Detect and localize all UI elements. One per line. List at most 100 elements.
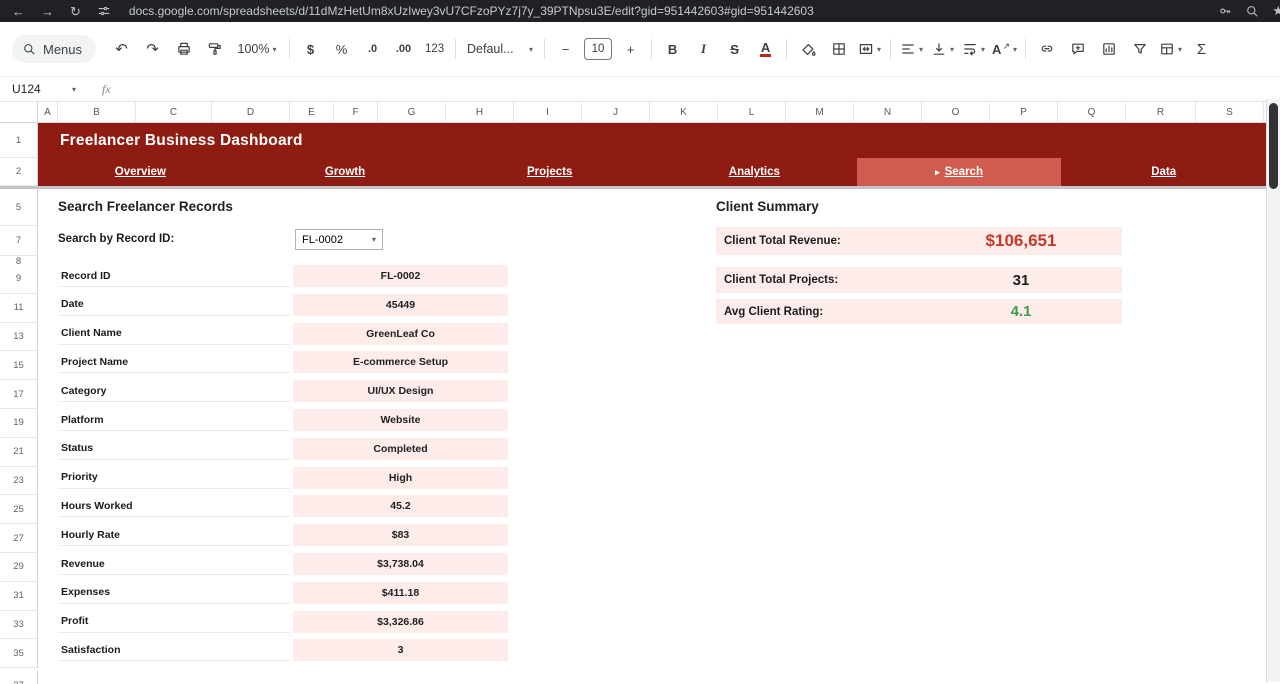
- column-header-G[interactable]: G: [378, 102, 446, 122]
- decrease-decimal-button[interactable]: .0: [357, 36, 388, 62]
- column-header-H[interactable]: H: [446, 102, 514, 122]
- strikethrough-button[interactable]: S: [719, 36, 750, 62]
- summary-row[interactable]: Client Total Revenue: $106,651: [716, 227, 1122, 255]
- row-header-2[interactable]: 2: [0, 158, 38, 186]
- spreadsheet-grid[interactable]: 1257891113151719212325272931333537 Freel…: [0, 123, 1280, 684]
- column-header-E[interactable]: E: [290, 102, 334, 122]
- insert-comment-button[interactable]: [1062, 36, 1093, 62]
- summary-row[interactable]: Client Total Projects: 31: [716, 267, 1122, 293]
- scrollbar-thumb[interactable]: [1269, 103, 1278, 189]
- column-header-J[interactable]: J: [582, 102, 650, 122]
- column-header-L[interactable]: L: [718, 102, 786, 122]
- record-value-cell[interactable]: E-commerce Setup: [293, 351, 508, 374]
- record-value-cell[interactable]: $3,326.86: [293, 610, 508, 633]
- site-info-icon[interactable]: [97, 4, 111, 18]
- record-value-cell[interactable]: Completed: [293, 437, 508, 460]
- record-value-cell[interactable]: $411.18: [293, 581, 508, 604]
- row-header-7[interactable]: 7: [0, 226, 38, 256]
- record-label-cell[interactable]: Hourly Rate: [58, 524, 290, 547]
- row-header-9[interactable]: 9: [0, 265, 38, 294]
- record-id-dropdown[interactable]: FL-0002 ▾: [295, 229, 383, 250]
- italic-button[interactable]: I: [688, 36, 719, 62]
- row-header-1[interactable]: 1: [0, 123, 38, 158]
- record-label-cell[interactable]: Category: [58, 380, 290, 403]
- row-header-35[interactable]: 35: [0, 639, 38, 669]
- text-rotation-button[interactable]: A ↗ ▾: [989, 36, 1020, 62]
- record-label-cell[interactable]: Profit: [58, 610, 290, 633]
- redo-button[interactable]: ↷: [137, 36, 168, 62]
- bold-button[interactable]: B: [657, 36, 688, 62]
- sheet-tab-analytics[interactable]: Analytics: [652, 158, 857, 186]
- record-value-cell[interactable]: 45449: [293, 293, 508, 316]
- record-label-cell[interactable]: Platform: [58, 409, 290, 431]
- record-label-cell[interactable]: Hours Worked: [58, 495, 290, 518]
- cell-reference-box[interactable]: U124 ▾: [0, 77, 86, 101]
- record-label-cell[interactable]: Client Name: [58, 322, 290, 345]
- row-header-11[interactable]: 11: [0, 293, 38, 323]
- row-header-37[interactable]: 37: [0, 671, 38, 684]
- increase-decimal-button[interactable]: .00: [388, 36, 419, 62]
- row-header-33[interactable]: 33: [0, 610, 38, 640]
- number-format-button[interactable]: 123: [419, 36, 450, 62]
- record-label-cell[interactable]: Satisfaction: [58, 639, 290, 662]
- row-header-17[interactable]: 17: [0, 380, 38, 409]
- select-all-corner[interactable]: [0, 102, 38, 122]
- column-header-R[interactable]: R: [1126, 102, 1196, 122]
- record-value-cell[interactable]: High: [293, 466, 508, 489]
- frozen-rows-divider[interactable]: [0, 186, 1266, 189]
- column-header-P[interactable]: P: [990, 102, 1058, 122]
- record-value-cell[interactable]: GreenLeaf Co: [293, 322, 508, 345]
- column-header-O[interactable]: O: [922, 102, 990, 122]
- vertical-align-button[interactable]: ▾: [927, 36, 958, 62]
- record-label-cell[interactable]: Priority: [58, 466, 290, 489]
- record-value-cell[interactable]: 45.2: [293, 495, 508, 518]
- decrease-font-size-button[interactable]: −: [550, 36, 581, 62]
- functions-button[interactable]: Σ: [1186, 36, 1217, 62]
- row-header-5[interactable]: 5: [0, 190, 38, 226]
- record-label-cell[interactable]: Revenue: [58, 553, 290, 575]
- bookmark-star-icon[interactable]: ★: [1272, 3, 1280, 19]
- reload-button[interactable]: ↻: [70, 5, 81, 18]
- horizontal-align-button[interactable]: ▾: [896, 36, 927, 62]
- sheet-tab-overview[interactable]: Overview: [38, 158, 243, 186]
- row-header-29[interactable]: 29: [0, 553, 38, 582]
- url-bar[interactable]: docs.google.com/spreadsheets/d/11dMzHetU…: [129, 4, 1202, 18]
- table-views-button[interactable]: ▾: [1155, 36, 1186, 62]
- record-label-cell[interactable]: Project Name: [58, 351, 290, 374]
- record-label-cell[interactable]: Record ID: [58, 265, 290, 287]
- borders-button[interactable]: [823, 36, 854, 62]
- row-header-15[interactable]: 15: [0, 351, 38, 381]
- record-value-cell[interactable]: 3: [293, 639, 508, 662]
- insert-link-button[interactable]: [1031, 36, 1062, 62]
- column-header-S[interactable]: S: [1196, 102, 1264, 122]
- column-header-B[interactable]: B: [58, 102, 136, 122]
- format-currency-button[interactable]: $: [295, 36, 326, 62]
- column-header-K[interactable]: K: [650, 102, 718, 122]
- record-value-cell[interactable]: Website: [293, 409, 508, 431]
- sheet-tab-data[interactable]: Data: [1061, 158, 1266, 186]
- row-header-21[interactable]: 21: [0, 437, 38, 467]
- record-label-cell[interactable]: Date: [58, 293, 290, 316]
- column-header-N[interactable]: N: [854, 102, 922, 122]
- back-button[interactable]: ←: [12, 5, 25, 18]
- sheet-tab-projects[interactable]: Projects: [447, 158, 652, 186]
- font-family-select[interactable]: Defaul... ▾: [461, 36, 539, 62]
- vertical-scrollbar[interactable]: [1266, 99, 1280, 682]
- record-value-cell[interactable]: UI/UX Design: [293, 380, 508, 403]
- row-header-13[interactable]: 13: [0, 322, 38, 352]
- font-size-input[interactable]: 10: [584, 38, 613, 60]
- text-wrap-button[interactable]: ▾: [958, 36, 989, 62]
- row-header-31[interactable]: 31: [0, 581, 38, 611]
- summary-row[interactable]: Avg Client Rating: 4.1: [716, 299, 1122, 324]
- sheet-tab-search[interactable]: ▸ Search: [856, 158, 1062, 186]
- dashboard-banner[interactable]: Freelancer Business Dashboard: [38, 123, 1266, 158]
- sheet-tab-growth[interactable]: Growth: [243, 158, 448, 186]
- column-header-F[interactable]: F: [334, 102, 378, 122]
- column-header-D[interactable]: D: [212, 102, 290, 122]
- text-color-button[interactable]: A: [750, 36, 781, 62]
- column-header-Q[interactable]: Q: [1058, 102, 1126, 122]
- paint-format-button[interactable]: [199, 36, 230, 62]
- forward-button[interactable]: →: [41, 5, 54, 18]
- password-key-icon[interactable]: [1218, 4, 1232, 18]
- record-label-cell[interactable]: Expenses: [58, 581, 290, 604]
